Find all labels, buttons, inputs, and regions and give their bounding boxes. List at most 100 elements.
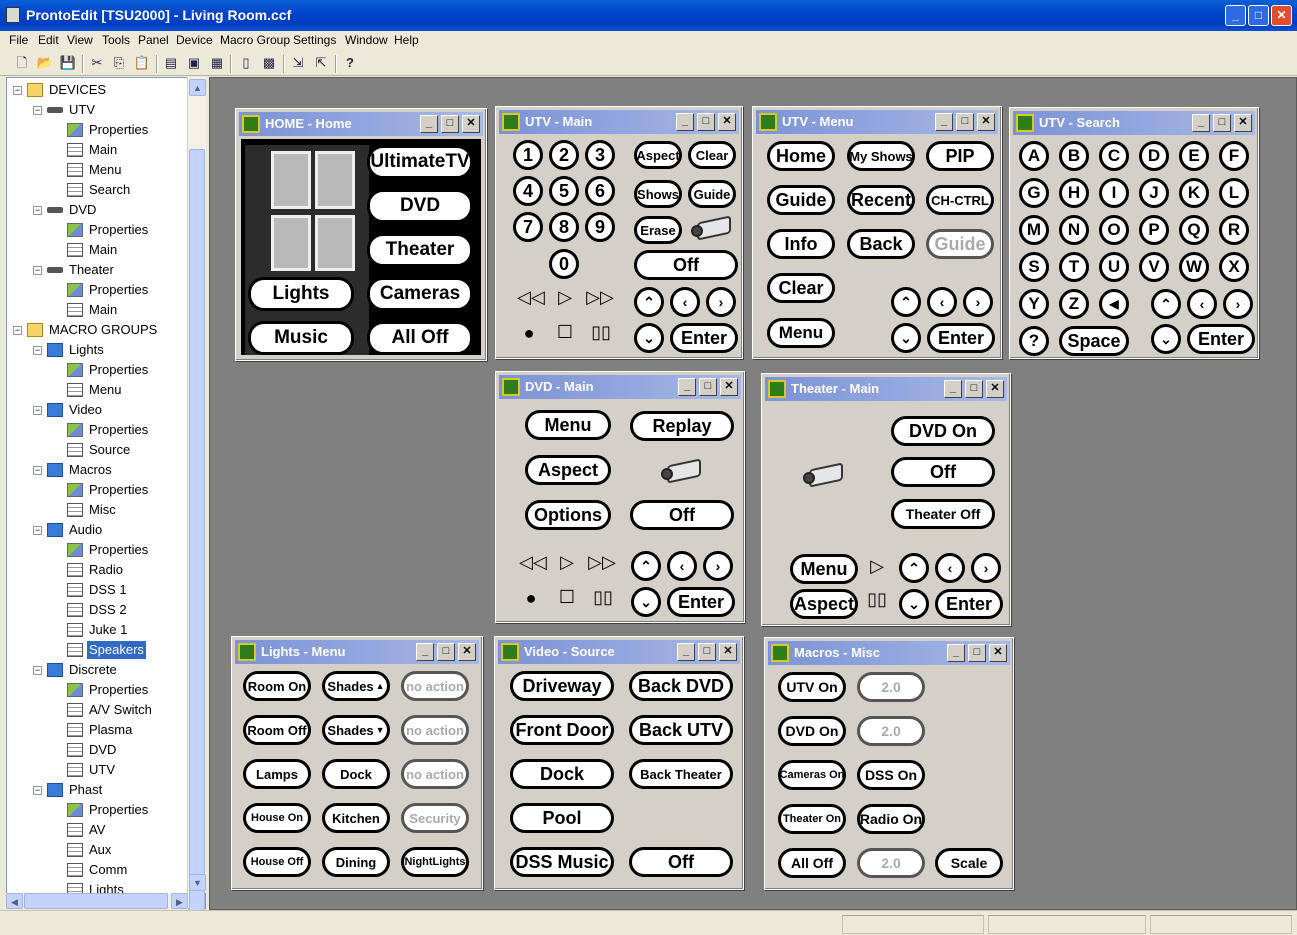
arrow-up-icon[interactable]: ⌃ [1151, 289, 1181, 319]
minimize-icon[interactable]: _ [1192, 114, 1210, 132]
room-on-button[interactable]: Room On [243, 671, 311, 701]
home-button[interactable]: Home [767, 141, 835, 171]
fast-forward-icon[interactable]: ▷▷ [587, 552, 617, 576]
enter-button[interactable]: Enter [927, 323, 995, 353]
panel-window-lights-menu[interactable]: Lights - Menu _ □ ✕ Room On Shades ▲ no a… [231, 636, 483, 890]
lamps-button[interactable]: Lamps [243, 759, 311, 789]
aspect-button[interactable]: Aspect [790, 589, 858, 619]
letter-x-button[interactable]: X [1219, 252, 1249, 282]
no-action-button[interactable]: no action [401, 715, 469, 745]
enter-button[interactable]: Enter [1187, 324, 1255, 354]
stop-icon[interactable]: ☐ [553, 322, 577, 346]
rewind-icon[interactable]: ◁◁ [516, 287, 546, 311]
back-utv-button[interactable]: Back UTV [629, 715, 733, 745]
security-button[interactable]: Security [401, 803, 469, 833]
minimize-icon[interactable]: _ [416, 643, 434, 661]
ultimatetv-button[interactable]: UltimateTV [367, 145, 473, 179]
menu-macro-group[interactable]: Macro Group [220, 33, 290, 47]
collapse-icon[interactable]: − [33, 466, 42, 475]
my-shows-button[interactable]: My Shows [847, 141, 915, 171]
minimize-icon[interactable]: _ [677, 643, 695, 661]
theater-button[interactable]: Theater [367, 233, 473, 267]
aspect-button[interactable]: Aspect [634, 141, 682, 169]
digit-3-button[interactable]: 3 [585, 140, 615, 170]
paste-icon[interactable]: 📋 [133, 54, 151, 72]
pause-icon[interactable]: ▯▯ [589, 322, 613, 346]
pause-icon[interactable]: ▯▯ [591, 587, 615, 611]
fast-forward-icon[interactable]: ▷▷ [585, 287, 615, 311]
radio-on-button[interactable]: Radio On [857, 804, 925, 834]
erase-button[interactable]: Erase [634, 216, 682, 244]
arrow-right-icon[interactable]: › [1223, 289, 1253, 319]
collapse-icon[interactable]: − [33, 346, 42, 355]
arrow-left-icon[interactable]: ‹ [927, 287, 957, 317]
letter-o-button[interactable]: O [1099, 215, 1129, 245]
digit-6-button[interactable]: 6 [585, 176, 615, 206]
arrow-right-icon[interactable]: › [706, 287, 736, 317]
all-off-button[interactable]: All Off [367, 321, 473, 355]
arrow-right-icon[interactable]: › [971, 553, 1001, 583]
letter-m-button[interactable]: M [1019, 215, 1049, 245]
arrow-left-icon[interactable]: ‹ [667, 551, 697, 581]
letter-v-button[interactable]: V [1139, 252, 1169, 282]
arrow-down-icon[interactable]: ⌄ [631, 587, 661, 617]
letter-n-button[interactable]: N [1059, 215, 1089, 245]
scroll-right-icon[interactable]: ▶ [171, 893, 188, 909]
arrow-down-icon[interactable]: ⌄ [1151, 324, 1181, 354]
maximize-icon[interactable]: □ [441, 115, 459, 133]
arrow-up-icon[interactable]: ⌃ [634, 287, 664, 317]
new-icon[interactable]: 🗋 [13, 54, 31, 72]
maximize-icon[interactable]: □ [968, 644, 986, 662]
maximize-icon[interactable]: □ [699, 378, 717, 396]
recent-button[interactable]: Recent [847, 185, 915, 215]
minimize-icon[interactable]: _ [420, 115, 438, 133]
digit-5-button[interactable]: 5 [549, 176, 579, 206]
dvd-on-button[interactable]: DVD On [891, 416, 995, 446]
close-icon[interactable]: ✕ [1234, 114, 1252, 132]
panel-window-macros-misc[interactable]: Macros - Misc _ □ ✕ UTV On 2.0 DVD On 2.… [764, 637, 1014, 890]
clear-button[interactable]: Clear [688, 141, 736, 169]
help-icon[interactable]: ? [341, 54, 359, 72]
letter-p-button[interactable]: P [1139, 215, 1169, 245]
space-button[interactable]: Space [1059, 326, 1129, 356]
letter-u-button[interactable]: U [1099, 252, 1129, 282]
guide-disabled-button[interactable]: Guide [926, 229, 994, 259]
stop-icon[interactable]: ☐ [555, 587, 579, 611]
maximize-icon[interactable]: □ [437, 643, 455, 661]
theater-off-button[interactable]: Theater Off [891, 499, 995, 529]
minimize-icon[interactable]: _ [676, 113, 694, 131]
pool-button[interactable]: Pool [510, 803, 614, 833]
digit-7-button[interactable]: 7 [513, 212, 543, 242]
enter-button[interactable]: Enter [667, 587, 735, 617]
pip-button[interactable]: PIP [926, 141, 994, 171]
delay-2-button[interactable]: 2.0 [857, 848, 925, 878]
digit-4-button[interactable]: 4 [513, 176, 543, 206]
menu-button[interactable]: Menu [790, 554, 858, 584]
dss-on-button[interactable]: DSS On [857, 760, 925, 790]
close-icon[interactable]: ✕ [720, 378, 738, 396]
music-button[interactable]: Music [248, 321, 354, 355]
save-icon[interactable]: 💾 [59, 54, 77, 72]
arrow-left-icon[interactable]: ‹ [935, 553, 965, 583]
menu-tools[interactable]: Tools [102, 33, 130, 47]
play-icon[interactable]: ▷ [557, 552, 577, 576]
letter-c-button[interactable]: C [1099, 141, 1129, 171]
menu-panel[interactable]: Panel [138, 33, 169, 47]
scroll-left-icon[interactable]: ◀ [6, 893, 23, 909]
info-button[interactable]: Info [767, 229, 835, 259]
shades-down-button[interactable]: Shades ▼ [322, 715, 390, 745]
panel-window-utv-search[interactable]: UTV - Search _ □ ✕ A B C D E F G H I J K… [1009, 107, 1259, 359]
no-action-button[interactable]: no action [401, 759, 469, 789]
upload-icon[interactable]: ⇱ [312, 54, 330, 72]
export-icon[interactable]: ▣ [185, 54, 203, 72]
letter-b-button[interactable]: B [1059, 141, 1089, 171]
minimize-button[interactable]: _ [1225, 5, 1246, 26]
off-button[interactable]: Off [630, 500, 734, 530]
maximize-icon[interactable]: □ [697, 113, 715, 131]
arrow-down-icon[interactable]: ⌄ [899, 589, 929, 619]
backspace-icon[interactable]: ◀ [1099, 289, 1129, 319]
close-icon[interactable]: ✕ [977, 113, 995, 131]
close-icon[interactable]: ✕ [719, 643, 737, 661]
letter-f-button[interactable]: F [1219, 141, 1249, 171]
guide-button[interactable]: Guide [767, 185, 835, 215]
